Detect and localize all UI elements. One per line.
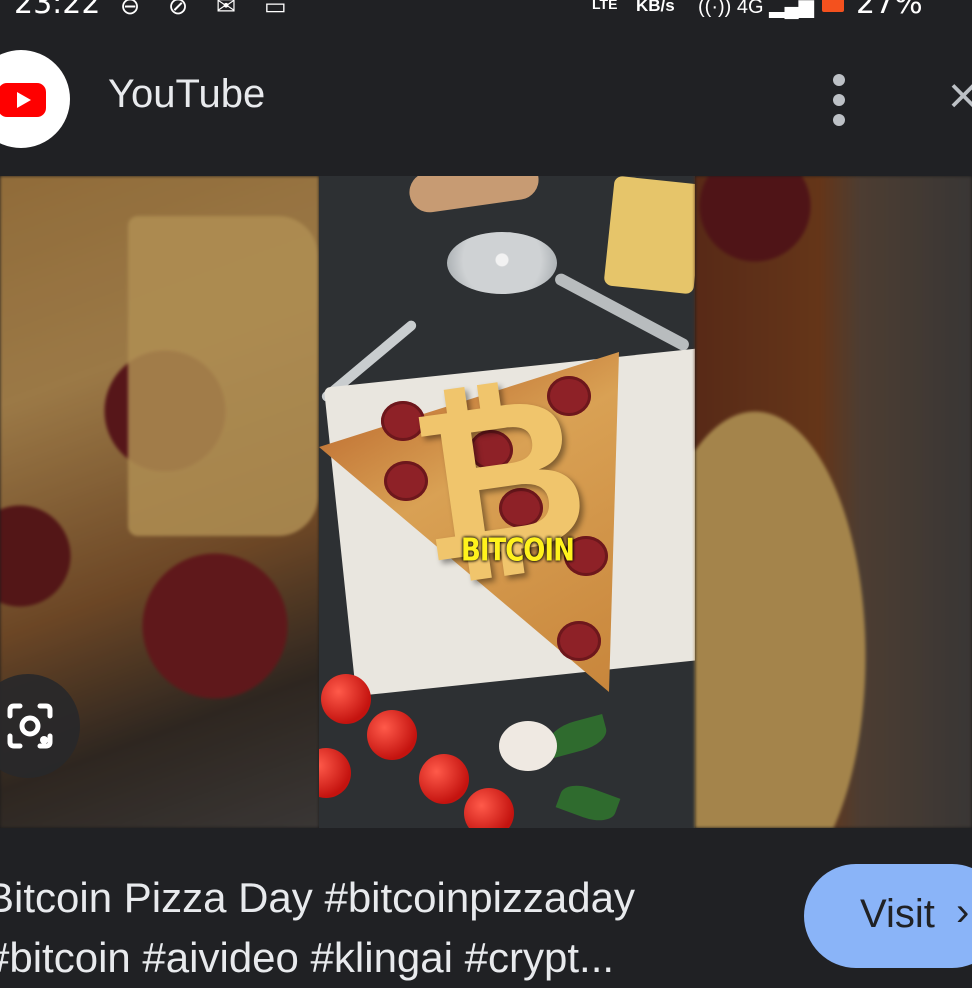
close-icon[interactable]: × <box>948 70 972 122</box>
battery-icon <box>822 0 844 12</box>
thumbnail-overlay-text: BITCOIN <box>461 533 575 569</box>
video-thumbnail[interactable]: ₿ BITCOIN <box>0 176 972 828</box>
app-title: YouTube <box>108 72 266 116</box>
status-time: 23:22 <box>14 0 101 21</box>
lens-camera-icon <box>7 703 53 749</box>
visit-button[interactable]: Visit › <box>804 864 972 968</box>
hotspot-icon: ((·)) <box>698 0 732 18</box>
book-icon: ▭ <box>264 0 287 20</box>
thumbnail-image: ₿ BITCOIN <box>319 176 695 828</box>
gmail-icon: ✉ <box>216 0 237 20</box>
battery-percent: 27% <box>856 0 923 21</box>
more-vert-icon[interactable] <box>826 74 852 126</box>
data-saver-icon: ⊘ <box>168 0 189 20</box>
youtube-logo-icon <box>0 50 70 148</box>
caption-line: Bitcoin Pizza Day #bitcoinpizzaday <box>0 874 635 921</box>
visit-button-label: Visit <box>860 892 935 936</box>
app-header: YouTube × <box>0 36 972 176</box>
signal-type: 4G <box>736 0 764 18</box>
caption-line: #bitcoin #aivideo #klingai #crypt... <box>0 934 615 981</box>
chevron-right-icon: › <box>956 890 970 934</box>
network-type: LTE <box>592 0 618 12</box>
do-not-disturb-icon: ⊖ <box>120 0 141 20</box>
network-speed-unit: KB/s <box>636 0 675 15</box>
video-caption[interactable]: Bitcoin Pizza Day #bitcoinpizzaday #bitc… <box>0 868 786 988</box>
video-info: Bitcoin Pizza Day #bitcoinpizzaday #bitc… <box>0 828 972 981</box>
signal-bars-icon: ▂▄▆ <box>769 0 815 18</box>
hotspot-signal: ((·)) 4G ▂▄▆ <box>698 0 814 19</box>
status-bar: 23:22 ⊖ ⊘ ✉ ▭ LTE KB/s ((·)) 4G ▂▄▆ 27% <box>0 0 972 36</box>
thumbnail-blur-right <box>695 176 972 828</box>
